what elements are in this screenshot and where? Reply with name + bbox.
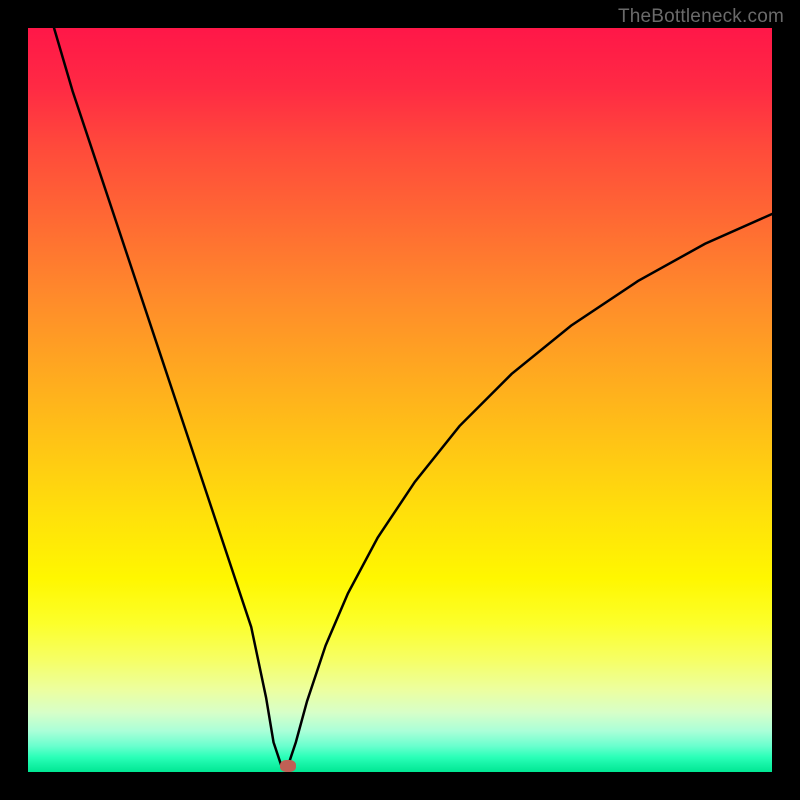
curve-path — [54, 28, 772, 765]
minimum-marker — [280, 760, 296, 772]
watermark-text: TheBottleneck.com — [618, 6, 784, 28]
chart-area — [28, 28, 772, 772]
bottleneck-curve — [28, 28, 772, 772]
